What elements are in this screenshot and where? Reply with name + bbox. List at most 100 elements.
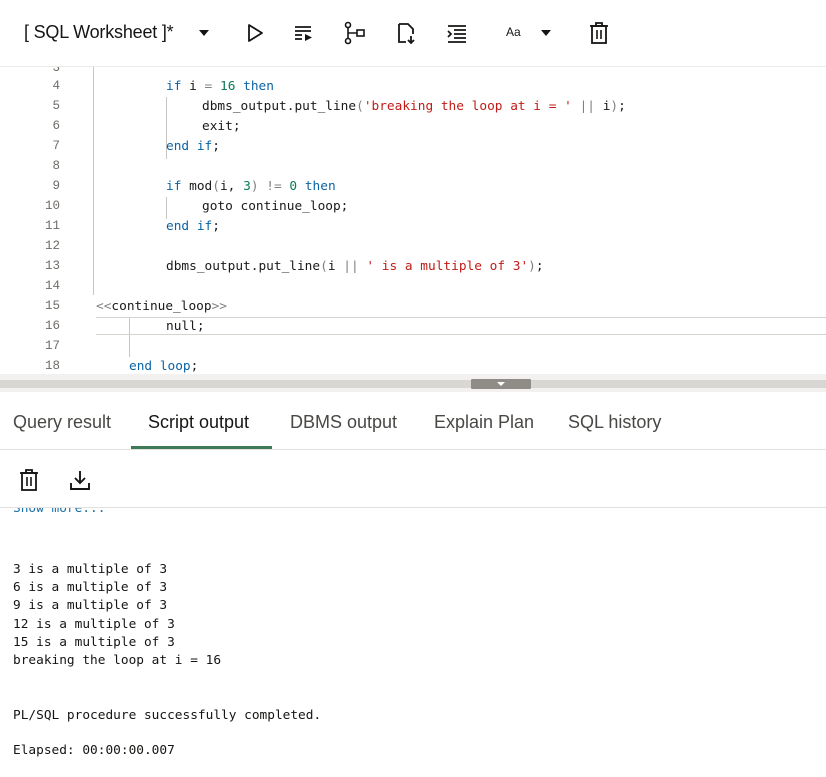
output-line: 12 is a multiple of 3 xyxy=(13,617,175,632)
panel-splitter[interactable] xyxy=(0,374,826,392)
code-token: << xyxy=(96,299,112,314)
line-number: 8 xyxy=(52,159,60,173)
code-token: continue_loop xyxy=(111,299,212,314)
code-token: ( xyxy=(356,99,364,114)
code-line[interactable]: end if; xyxy=(166,139,220,154)
output-line: 9 is a multiple of 3 xyxy=(13,598,168,613)
line-number: 6 xyxy=(52,119,60,133)
code-token: 'breaking the loop at i = ' xyxy=(363,99,572,114)
code-line[interactable]: if mod(i, 3) != 0 then xyxy=(166,179,336,194)
code-line[interactable]: null; xyxy=(166,319,205,334)
run-icon[interactable] xyxy=(241,18,269,48)
code-line[interactable]: dbms_output.put_line(i || ' is a multipl… xyxy=(166,259,544,274)
line-number: 17 xyxy=(44,339,60,353)
code-token: ; xyxy=(618,99,626,114)
line-number: 18 xyxy=(44,359,60,373)
code-token: i xyxy=(594,99,611,114)
code-token: end if xyxy=(166,219,213,234)
worksheet-title[interactable]: [ SQL Worksheet ]* xyxy=(24,22,174,43)
code-line[interactable]: dbms_output.put_line('breaking the loop … xyxy=(202,99,626,114)
code-token: ; xyxy=(535,259,544,274)
code-token: if xyxy=(166,79,182,94)
code-token: i, xyxy=(219,179,244,194)
worksheet-menu-chevron-down-icon[interactable] xyxy=(190,18,218,48)
code-token: ; xyxy=(190,359,199,374)
code-line[interactable]: <<continue_loop>> xyxy=(96,299,227,314)
format-icon[interactable] xyxy=(443,18,471,48)
tab-explain-plan[interactable]: Explain Plan xyxy=(434,412,534,433)
line-number: 3 xyxy=(52,66,60,75)
output-line: 6 is a multiple of 3 xyxy=(13,580,168,595)
script-output-panel[interactable]: Show more... 3 is a multiple of 3 6 is a… xyxy=(0,508,826,777)
code-token: dbms_output.put_line xyxy=(166,259,321,274)
code-token: then xyxy=(243,79,274,94)
code-line[interactable]: goto continue_loop; xyxy=(202,199,348,214)
code-token: ) xyxy=(528,259,536,274)
line-number: 13 xyxy=(44,259,60,273)
output-line: PL/SQL procedure successfully completed. xyxy=(13,708,322,723)
font-size-chevron-down-icon[interactable] xyxy=(532,18,560,48)
run-script-icon[interactable] xyxy=(290,18,318,48)
line-number: 5 xyxy=(52,99,60,113)
line-number: 15 xyxy=(44,299,60,313)
output-line: 3 is a multiple of 3 xyxy=(13,562,168,577)
code-token: != xyxy=(266,179,282,194)
line-number: 9 xyxy=(52,179,60,193)
code-token: ) xyxy=(250,179,259,194)
clear-trash-icon[interactable] xyxy=(585,18,613,48)
splitter-handle-chevron-down-icon[interactable] xyxy=(471,379,531,389)
output-tabs: Query result Script output DBMS output E… xyxy=(0,392,826,450)
current-line-highlight xyxy=(96,317,826,335)
code-token: i xyxy=(327,259,344,274)
line-number: 11 xyxy=(44,219,60,233)
font-size-icon[interactable]: Aa xyxy=(506,25,521,39)
code-line[interactable]: end if; xyxy=(166,219,220,234)
code-token: mod xyxy=(181,179,213,194)
code-token: null; xyxy=(166,319,205,334)
worksheet-toolbar: [ SQL Worksheet ]* Aa xyxy=(0,0,826,66)
code-token: 3 xyxy=(243,179,251,194)
code-line[interactable]: exit; xyxy=(202,119,241,134)
line-number: 7 xyxy=(52,139,60,153)
tab-dbms-output[interactable]: DBMS output xyxy=(290,412,397,433)
output-line: breaking the loop at i = 16 xyxy=(13,653,222,668)
autotrace-icon[interactable] xyxy=(392,18,420,48)
code-editor[interactable]: 3 4 5 6 7 8 9 10 11 12 13 14 15 16 17 18 if i = 16 then… xyxy=(0,66,826,374)
line-number: 12 xyxy=(44,239,60,253)
code-token: exit; xyxy=(202,119,241,134)
show-more-link[interactable]: Show more... xyxy=(13,508,105,516)
output-toolbar xyxy=(0,450,826,508)
code-token: 16 xyxy=(219,79,236,94)
indent-guide xyxy=(166,197,167,219)
output-line: 15 is a multiple of 3 xyxy=(13,635,175,650)
active-tab-indicator xyxy=(131,446,272,449)
code-token: ; xyxy=(212,139,220,154)
code-line[interactable]: if i = 16 then xyxy=(166,79,274,94)
code-line[interactable]: end loop; xyxy=(129,359,198,374)
code-token: ) xyxy=(610,99,619,114)
indent-guide xyxy=(93,67,94,295)
code-token: goto continue_loop; xyxy=(202,199,349,214)
code-token: if xyxy=(166,179,182,194)
tab-query-result[interactable]: Query result xyxy=(13,412,111,433)
tab-sql-history[interactable]: SQL history xyxy=(568,412,661,433)
tab-script-output[interactable]: Script output xyxy=(148,412,249,433)
download-icon[interactable] xyxy=(66,466,94,494)
code-token: || xyxy=(343,259,359,274)
line-number: 14 xyxy=(44,279,60,293)
line-number: 4 xyxy=(52,79,60,93)
code-token: || xyxy=(579,99,595,114)
code-token: ( xyxy=(212,179,220,194)
line-number: 10 xyxy=(44,199,60,213)
code-token: ' is a multiple of 3' xyxy=(366,259,529,274)
code-token: >> xyxy=(211,299,228,314)
explain-plan-icon[interactable] xyxy=(341,18,369,48)
clear-output-trash-icon[interactable] xyxy=(15,466,43,494)
code-token: i xyxy=(181,79,205,94)
code-token: ( xyxy=(320,259,328,274)
code-token: end loop xyxy=(129,359,191,374)
output-line: Elapsed: 00:00:00.007 xyxy=(13,743,175,758)
